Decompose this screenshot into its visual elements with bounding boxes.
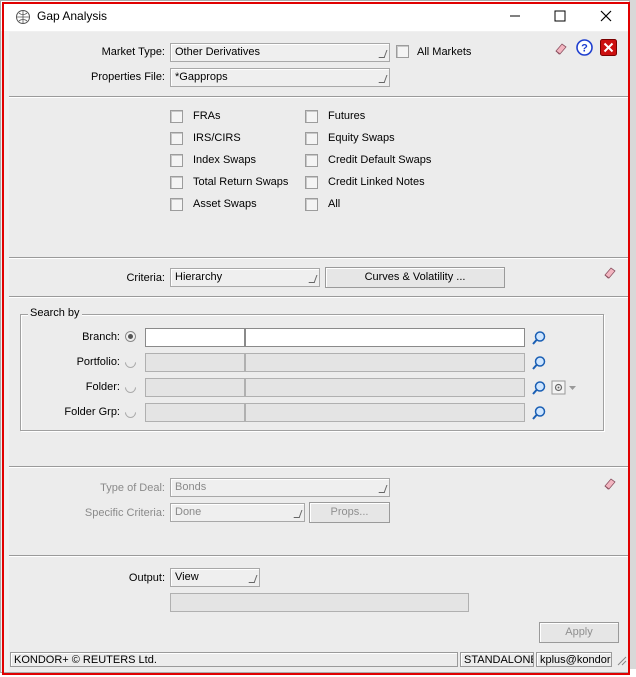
title-bar[interactable]: Gap Analysis (1, 1, 629, 31)
apply-button[interactable]: Apply (539, 622, 619, 643)
portfolio-label: Portfolio: (76, 356, 120, 368)
output-path-input[interactable] (170, 593, 469, 612)
fras-checkbox[interactable] (170, 110, 183, 123)
curves-volatility-button[interactable]: Curves & Volatility ... (325, 267, 505, 288)
output-value: View (175, 571, 199, 583)
credit-linked-notes-label: Credit Linked Notes (328, 176, 425, 188)
branch-name-input[interactable] (245, 328, 525, 347)
index-swaps-checkbox[interactable] (170, 154, 183, 167)
window-title: Gap Analysis (37, 9, 108, 23)
futures-checkbox[interactable] (305, 110, 318, 123)
total-return-swaps-checkbox[interactable] (170, 176, 183, 189)
criteria-label: Criteria: (126, 272, 165, 284)
output-label: Output: (128, 572, 165, 584)
type-of-deal-label: Type of Deal: (100, 482, 165, 494)
portfolio-name-input[interactable] (245, 353, 525, 372)
criteria-value: Hierarchy (175, 271, 223, 283)
market-type-label: Market Type: (101, 46, 165, 58)
properties-file-select[interactable]: *Gapprops (170, 68, 390, 87)
market-type-value: Other Derivatives (175, 46, 260, 58)
eraser-icon[interactable] (554, 41, 568, 55)
maximize-icon (554, 10, 566, 22)
dialog-content: Market Type: Other Derivatives All Marke… (9, 32, 629, 672)
specific-criteria-label: Specific Criteria: (84, 507, 165, 519)
search-by-title: Search by (28, 307, 82, 319)
irs-cirs-checkbox[interactable] (170, 132, 183, 145)
branch-code-input[interactable] (145, 328, 245, 347)
branch-radio[interactable] (125, 331, 136, 342)
all-markets-label: All Markets (417, 46, 472, 58)
status-user: kplus@kondor1 (536, 652, 612, 667)
search-icon[interactable] (531, 330, 547, 346)
resize-grip-icon[interactable] (615, 654, 627, 666)
search-icon[interactable] (531, 380, 547, 396)
credit-linked-notes-checkbox[interactable] (305, 176, 318, 189)
folder-options-button[interactable] (551, 380, 579, 396)
properties-file-label: Properties File: (91, 71, 165, 83)
chevron-down-icon (378, 75, 388, 83)
section-divider (9, 466, 628, 468)
minimize-button[interactable] (493, 3, 537, 29)
help-icon[interactable]: ? (576, 39, 593, 56)
status-copyright: KONDOR+ © REUTERS Ltd. (10, 652, 458, 667)
type-of-deal-select[interactable]: Bonds (170, 478, 390, 497)
specific-criteria-select[interactable]: Done (170, 503, 305, 522)
chevron-down-icon (293, 510, 303, 518)
close-window-button[interactable] (584, 3, 628, 29)
market-type-select[interactable]: Other Derivatives (170, 43, 390, 62)
chevron-down-icon (378, 485, 388, 493)
gear-dropdown-icon (551, 380, 576, 395)
status-mode: STANDALONE (460, 652, 534, 667)
folder-name-input[interactable] (245, 378, 525, 397)
section-divider (9, 96, 628, 98)
specific-criteria-value: Done (175, 506, 202, 518)
section-divider (9, 257, 628, 259)
output-select[interactable]: View (170, 568, 260, 587)
svg-text:?: ? (581, 43, 588, 55)
minimize-icon (510, 15, 520, 17)
asset-swaps-label: Asset Swaps (193, 198, 257, 210)
all-instruments-checkbox[interactable] (305, 198, 318, 211)
folder-label: Folder: (85, 381, 120, 393)
props-button[interactable]: Props... (309, 502, 390, 523)
folder-grp-name-input[interactable] (245, 403, 525, 422)
credit-default-swaps-label: Credit Default Swaps (328, 154, 432, 166)
folder-code-input[interactable] (145, 378, 245, 397)
equity-swaps-checkbox[interactable] (305, 132, 318, 145)
maximize-button[interactable] (538, 3, 582, 29)
total-return-swaps-label: Total Return Swaps (193, 176, 289, 188)
equity-swaps-label: Equity Swaps (328, 132, 395, 144)
chevron-down-icon (378, 50, 388, 58)
index-swaps-label: Index Swaps (193, 154, 256, 166)
section-divider (9, 296, 628, 298)
chevron-down-icon (248, 575, 258, 583)
portfolio-code-input[interactable] (145, 353, 245, 372)
type-of-deal-value: Bonds (175, 481, 207, 493)
all-instruments-label: All (328, 198, 341, 210)
futures-label: Futures (328, 110, 366, 122)
asset-swaps-checkbox[interactable] (170, 198, 183, 211)
close-red-icon[interactable] (600, 39, 617, 56)
search-icon[interactable] (531, 355, 547, 371)
credit-default-swaps-checkbox[interactable] (305, 154, 318, 167)
fras-label: FRAs (193, 110, 221, 122)
close-icon (600, 10, 612, 22)
all-markets-checkbox[interactable] (396, 45, 409, 58)
irs-cirs-label: IRS/CIRS (193, 132, 241, 144)
criteria-select[interactable]: Hierarchy (170, 268, 320, 287)
search-icon[interactable] (531, 405, 547, 421)
chevron-down-icon (308, 275, 318, 283)
properties-file-value: *Gapprops (175, 71, 228, 83)
branch-label: Branch: (82, 331, 120, 343)
gap-analysis-window: Gap Analysis Market Type: Other Derivati… (0, 0, 630, 673)
eraser-icon[interactable] (603, 265, 617, 279)
folder-grp-label: Folder Grp: (64, 406, 120, 418)
section-divider (9, 555, 628, 557)
app-globe-icon (16, 10, 30, 24)
eraser-icon[interactable] (603, 476, 617, 490)
folder-grp-code-input[interactable] (145, 403, 245, 422)
